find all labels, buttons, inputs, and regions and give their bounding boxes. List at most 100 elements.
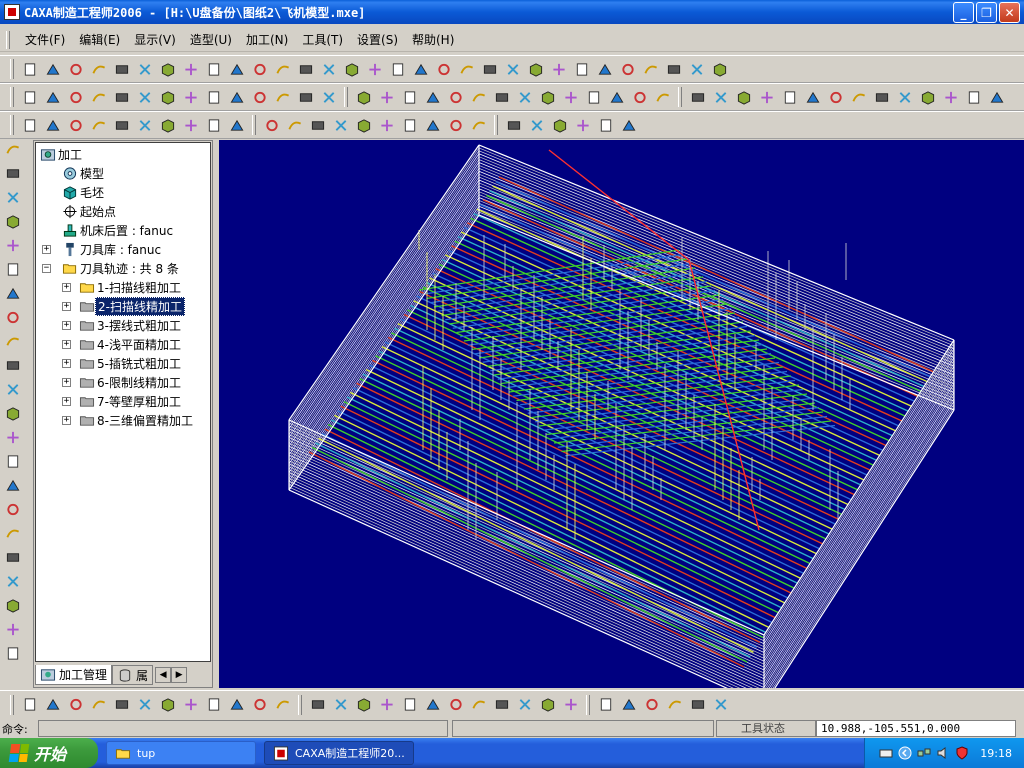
toolbar-grip[interactable] (10, 694, 14, 715)
modeling-tool-25-button[interactable] (582, 86, 605, 108)
menu-view[interactable]: 显示(V) (127, 29, 183, 50)
modeling-tool-31-button[interactable] (732, 86, 755, 108)
toolbar-grip[interactable] (10, 87, 14, 107)
collapse-toggle[interactable]: − (42, 264, 51, 273)
tree-item-post[interactable]: 机床后置 : fanuc (62, 221, 175, 240)
expand-toggle[interactable]: + (62, 283, 71, 292)
tree-item-tool-paths[interactable]: − 刀具轨迹 : 共 8 条 (42, 259, 181, 278)
open-button[interactable] (41, 58, 64, 80)
modeling-tool-5-button[interactable] (110, 86, 133, 108)
curve-tool-22-button[interactable] (525, 114, 548, 136)
draw-tool-11-button[interactable] (248, 694, 271, 716)
tree-item-toolpath[interactable]: +7-等壁厚粗加工 (62, 392, 183, 411)
modeling-tool-15-button[interactable] (352, 86, 375, 108)
draw-tool-26-button[interactable] (617, 694, 640, 716)
zoom-out-button[interactable] (409, 58, 432, 80)
move-button[interactable] (455, 58, 478, 80)
copy-button[interactable] (133, 58, 156, 80)
curve-tool-1-button[interactable] (18, 114, 41, 136)
curve-tool-6-button[interactable] (133, 114, 156, 136)
modeling-tool-18-button[interactable] (421, 86, 444, 108)
surface-tool-8-button[interactable] (0, 306, 26, 328)
axis4-button[interactable] (685, 58, 708, 80)
print-button[interactable] (87, 58, 110, 80)
modeling-tool-9-button[interactable] (202, 86, 225, 108)
layer-button[interactable] (294, 58, 317, 80)
modeling-tool-34-button[interactable] (801, 86, 824, 108)
modeling-tool-28-button[interactable] (651, 86, 674, 108)
keyboard-icon[interactable] (879, 746, 893, 760)
expand-toggle[interactable]: + (62, 359, 71, 368)
modeling-tool-41-button[interactable] (962, 86, 985, 108)
draw-tool-29-button[interactable] (686, 694, 709, 716)
modeling-tool-26-button[interactable] (605, 86, 628, 108)
zoom-in-button[interactable] (386, 58, 409, 80)
graphics-viewport[interactable] (219, 140, 1024, 688)
curve-tool-23-button[interactable] (548, 114, 571, 136)
modeling-tool-36-button[interactable] (847, 86, 870, 108)
shade-button[interactable] (478, 58, 501, 80)
menu-help[interactable]: 帮助(H) (405, 29, 461, 50)
draw-tool-19-button[interactable] (444, 694, 467, 716)
undo-button[interactable] (179, 58, 202, 80)
curve-tool-24-button[interactable] (571, 114, 594, 136)
draw-tool-12-button[interactable] (271, 694, 294, 716)
surface-tool-14-button[interactable] (0, 450, 26, 472)
modeling-tool-32-button[interactable] (755, 86, 778, 108)
draw-tool-9-button[interactable] (202, 694, 225, 716)
tab-properties[interactable]: 属 (112, 665, 154, 685)
curve-tool-14-button[interactable] (329, 114, 352, 136)
security-icon[interactable] (955, 746, 969, 760)
modeling-tool-38-button[interactable] (893, 86, 916, 108)
curve-tool-21-button[interactable] (502, 114, 525, 136)
modeling-tool-24-button[interactable] (559, 86, 582, 108)
expand-toggle[interactable]: + (62, 321, 71, 330)
start-button[interactable]: 开始 (0, 738, 98, 768)
close-button[interactable]: ✕ (999, 2, 1020, 23)
minimize-button[interactable]: _ (953, 2, 974, 23)
menu-modeling[interactable]: 造型(U) (183, 29, 239, 50)
modeling-tool-35-button[interactable] (824, 86, 847, 108)
modeling-tool-10-button[interactable] (225, 86, 248, 108)
modeling-tool-13-button[interactable] (294, 86, 317, 108)
expand-toggle[interactable]: + (42, 245, 51, 254)
volume-icon[interactable] (936, 746, 950, 760)
surface-tool-13-button[interactable] (0, 426, 26, 448)
modeling-tool-14-button[interactable] (317, 86, 340, 108)
draw-tool-4-button[interactable] (87, 694, 110, 716)
expand-toggle[interactable]: + (62, 378, 71, 387)
surface-tool-1-button[interactable] (0, 138, 26, 160)
surface-tool-20-button[interactable] (0, 594, 26, 616)
expand-toggle[interactable]: + (62, 416, 71, 425)
surface-tool-4-button[interactable] (0, 210, 26, 232)
view2-button[interactable] (570, 58, 593, 80)
tab-next-button[interactable]: ▶ (171, 667, 188, 683)
surface-tool-5-button[interactable] (0, 234, 26, 256)
surface-tool-12-button[interactable] (0, 402, 26, 424)
modeling-tool-2-button[interactable] (41, 86, 64, 108)
modeling-tool-3-button[interactable] (64, 86, 87, 108)
draw-tool-27-button[interactable] (640, 694, 663, 716)
modeling-tool-12-button[interactable] (271, 86, 294, 108)
modeling-tool-22-button[interactable] (513, 86, 536, 108)
taskbar-item-caxa[interactable]: CAXA制造工程师20... (264, 741, 414, 765)
paste-button[interactable] (156, 58, 179, 80)
curve-tool-11-button[interactable] (260, 114, 283, 136)
draw-tool-24-button[interactable] (559, 694, 582, 716)
draw-tool-14-button[interactable] (329, 694, 352, 716)
tree-item-toolpath[interactable]: +2-扫描线精加工 (62, 297, 185, 316)
draw-tool-30-button[interactable] (709, 694, 732, 716)
surface-tool-18-button[interactable] (0, 546, 26, 568)
draw-tool-21-button[interactable] (490, 694, 513, 716)
modeling-tool-29-button[interactable] (686, 86, 709, 108)
surface-tool-11-button[interactable] (0, 378, 26, 400)
axis1-button[interactable] (616, 58, 639, 80)
axis3-button[interactable] (662, 58, 685, 80)
modeling-tool-8-button[interactable] (179, 86, 202, 108)
toolbar-grip[interactable] (10, 59, 14, 79)
draw-tool-22-button[interactable] (513, 694, 536, 716)
wire-button[interactable] (501, 58, 524, 80)
tool-button[interactable] (593, 58, 616, 80)
surface-tool-19-button[interactable] (0, 570, 26, 592)
cut-button[interactable] (110, 58, 133, 80)
